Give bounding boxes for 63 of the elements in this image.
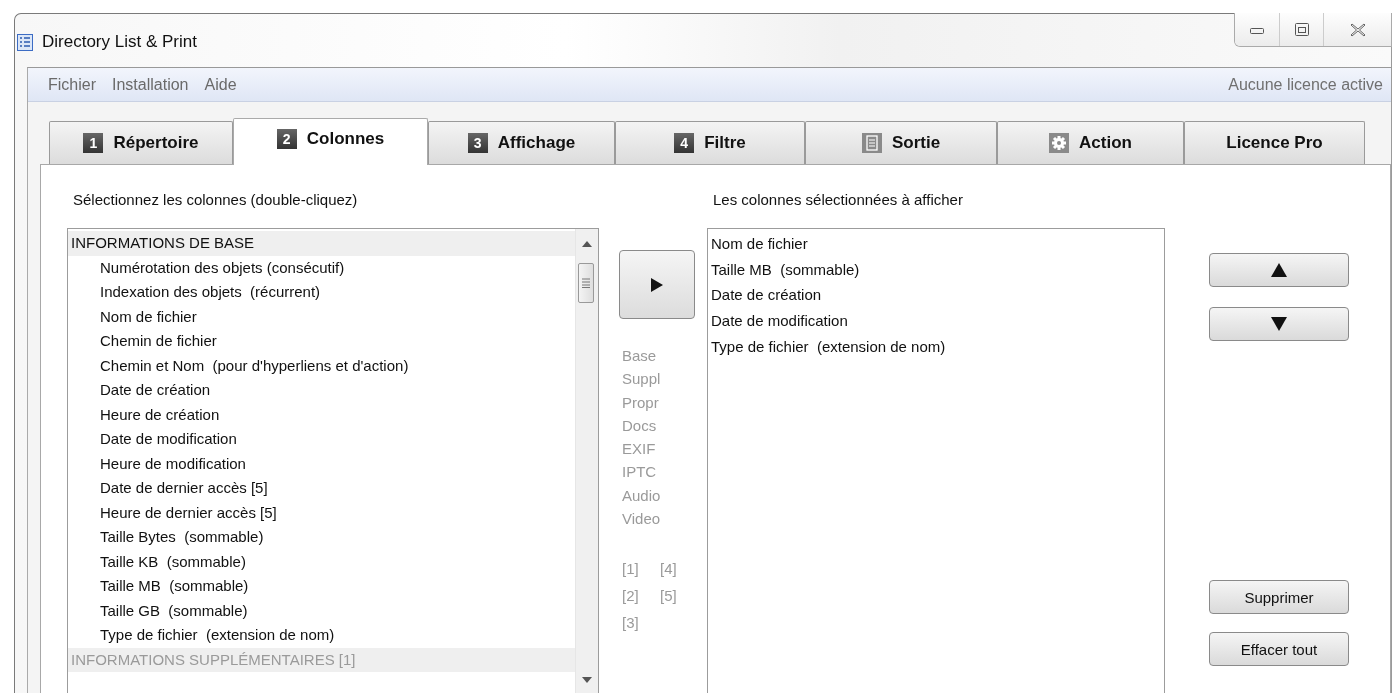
minimize-button[interactable] bbox=[1235, 13, 1279, 46]
tab[interactable]: 3 Affichage bbox=[428, 121, 615, 164]
list-item[interactable]: Date de création bbox=[708, 282, 1164, 309]
app-icon bbox=[17, 33, 33, 51]
move-up-button[interactable] bbox=[1209, 253, 1349, 287]
scroll-down-icon bbox=[582, 677, 592, 683]
license-status: Aucune licence active bbox=[1228, 75, 1383, 94]
list-item[interactable]: Chemin de fichier bbox=[68, 329, 575, 354]
scroll-thumb[interactable] bbox=[578, 263, 594, 303]
tab[interactable]: 1 Répertoire bbox=[49, 121, 233, 164]
list-item[interactable]: Heure de dernier accès [5] bbox=[68, 500, 575, 525]
menu-item[interactable]: Installation bbox=[104, 75, 197, 94]
maximize-button[interactable] bbox=[1279, 13, 1323, 46]
list-item[interactable]: Taille KB (sommable) bbox=[68, 549, 575, 574]
action-button[interactable]: Supprimer bbox=[1209, 580, 1349, 614]
list-item[interactable]: Type de fichier (extension de nom) bbox=[68, 623, 575, 648]
move-down-button[interactable] bbox=[1209, 307, 1349, 341]
tab-number-badge: 4 bbox=[674, 133, 695, 153]
menu-item[interactable]: Fichier bbox=[40, 75, 104, 94]
down-triangle-icon bbox=[1271, 317, 1287, 331]
scroll-up-icon bbox=[582, 241, 592, 247]
selected-columns-list[interactable]: Nom de fichier Taille MB (sommable) Date de création Date de modification Type de fichier (extension de nom) bbox=[707, 228, 1165, 693]
close-icon bbox=[1349, 22, 1366, 37]
add-button[interactable] bbox=[619, 250, 695, 319]
window-title: Directory List & Print bbox=[42, 32, 197, 52]
list-heading: Les colonnes sélectionnées à afficher bbox=[712, 191, 964, 210]
list-item[interactable]: Taille MB (sommable) bbox=[708, 256, 1164, 283]
play-icon bbox=[651, 277, 663, 292]
list-item[interactable]: Date de création bbox=[68, 378, 575, 403]
list-heading: Sélectionnez les colonnes (double-cliquez) bbox=[72, 191, 359, 210]
list-item[interactable]: Heure de modification bbox=[68, 451, 575, 476]
list-item[interactable]: Chemin et Nom (pour d'hyperliens et d'action) bbox=[68, 353, 575, 378]
tab[interactable]: 4 Filtre bbox=[615, 121, 805, 164]
list-item[interactable]: Heure de création bbox=[68, 402, 575, 427]
list-item[interactable]: Type de fichier (extension de nom) bbox=[708, 333, 1164, 360]
tab-number-badge: 3 bbox=[467, 133, 488, 153]
list-item[interactable]: Date de modification bbox=[708, 308, 1164, 334]
gear-icon bbox=[1049, 133, 1070, 153]
grip-icon bbox=[582, 278, 590, 288]
list-item[interactable]: Nom de fichier bbox=[68, 304, 575, 329]
list-item[interactable]: Taille Bytes (sommable) bbox=[68, 525, 575, 550]
list-item[interactable]: Taille GB (sommable) bbox=[68, 598, 575, 623]
list-item[interactable]: Indexation des objets (récurrent) bbox=[68, 280, 575, 305]
tab[interactable]: Licence Pro bbox=[1184, 121, 1365, 164]
list-group-header[interactable]: INFORMATIONS DE BASE bbox=[68, 231, 575, 256]
action-button[interactable]: Effacer tout bbox=[1209, 632, 1349, 666]
tab[interactable]: Sortie bbox=[805, 121, 997, 164]
list-item[interactable]: Numérotation des objets (consécutif) bbox=[68, 255, 575, 280]
tab[interactable]: Action bbox=[997, 121, 1184, 164]
list-item[interactable]: Nom de fichier bbox=[708, 231, 1164, 257]
menu-item[interactable]: Aide bbox=[196, 75, 245, 94]
available-columns-list[interactable] bbox=[67, 228, 599, 693]
list-item[interactable]: Date de dernier accès [5] bbox=[68, 476, 575, 501]
list-item[interactable]: Taille MB (sommable) bbox=[68, 574, 575, 599]
document-icon bbox=[861, 133, 882, 153]
maximize-icon bbox=[1294, 23, 1309, 36]
list-item[interactable]: Date de modification bbox=[68, 427, 575, 452]
up-triangle-icon bbox=[1271, 263, 1287, 277]
scrollbar[interactable] bbox=[575, 229, 598, 693]
minimize-icon bbox=[1250, 25, 1264, 34]
tab[interactable]: 2 Colonnes bbox=[233, 118, 428, 165]
tab-number-badge: 2 bbox=[276, 129, 297, 149]
tab-number-badge: 1 bbox=[83, 133, 104, 153]
